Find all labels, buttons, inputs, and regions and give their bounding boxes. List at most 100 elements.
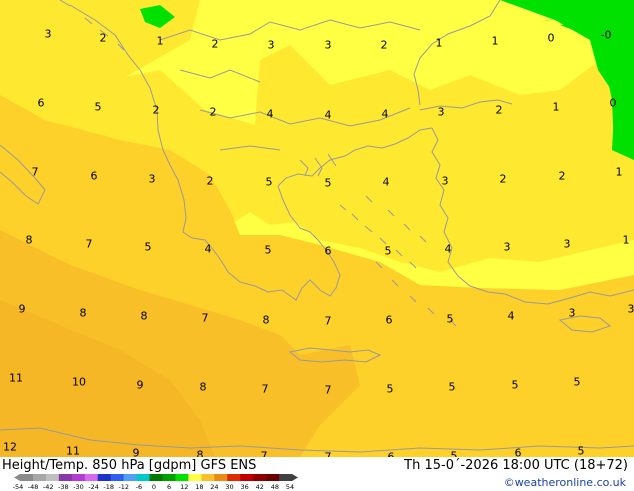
scale-swatch: [59, 474, 72, 481]
map-value-label: -0: [601, 30, 612, 41]
map-value-label: 4: [267, 109, 274, 120]
scale-swatch: [124, 474, 137, 481]
map-value-label: 6: [386, 315, 393, 326]
map-value-label: 1: [623, 235, 630, 246]
scale-arrow-left: [14, 474, 20, 481]
map-value-label: 11: [66, 446, 80, 457]
map-value-label: 5: [95, 102, 102, 113]
map-value-label: 7: [32, 167, 39, 178]
map-value-label: 5: [512, 380, 519, 391]
map-value-label: 5: [387, 384, 394, 395]
map-value-label: 4: [382, 109, 389, 120]
scale-swatch: [98, 474, 111, 481]
map-value-label: 8: [197, 450, 204, 458]
map-value-label: 0: [610, 98, 617, 109]
map-value-label: 8: [263, 315, 270, 326]
scale-swatch: [214, 474, 227, 481]
map-value-label: 5: [578, 446, 585, 457]
scale-swatch: [279, 474, 292, 481]
map-value-label: 11: [9, 373, 23, 384]
map-value-label: 3: [325, 40, 332, 51]
map-value-label: 2: [559, 171, 566, 182]
map-value-label: 5: [266, 177, 273, 188]
map-value-label: 10: [72, 377, 86, 388]
map-value-label: 4: [325, 110, 332, 121]
map-value-label: 4: [205, 244, 212, 255]
map-value-label: 5: [325, 178, 332, 189]
map-value-label: 5: [449, 382, 456, 393]
map-value-label: 7: [325, 316, 332, 327]
map-value-label: 4: [445, 244, 452, 255]
map-value-label: 8: [26, 235, 33, 246]
map-value-label: 6: [515, 448, 522, 458]
scale-swatch: [85, 474, 98, 481]
map-value-label: 3: [628, 304, 634, 315]
valid-time: Th 15-0´-2026 18:00 UTC (18+72): [404, 458, 628, 473]
scale-swatch: [150, 474, 163, 481]
map-value-label: 1: [616, 167, 623, 178]
map-value-label: 2: [207, 176, 214, 187]
map-value-label: 1: [553, 102, 560, 113]
scale-swatch: [227, 474, 240, 481]
color-scale-bar: [14, 472, 298, 483]
map-value-label: 6: [325, 246, 332, 257]
map-value-label: 9: [133, 448, 140, 458]
temperature-field: [0, 0, 634, 457]
map-value-label: 12: [3, 442, 17, 453]
map-value-label: 1: [436, 38, 443, 49]
map-value-label: 3: [149, 174, 156, 185]
map-value-label: 5: [574, 377, 581, 388]
map-value-label: 0: [548, 33, 555, 44]
map-value-label: 1: [157, 36, 164, 47]
map-value-label: 1: [492, 36, 499, 47]
scale-swatch: [20, 474, 33, 481]
map-value-label: 3: [504, 242, 511, 253]
map-value-label: 2: [496, 105, 503, 116]
map-value-label: 2: [212, 39, 219, 50]
map-value-label: 3: [438, 107, 445, 118]
map-value-label: 2: [210, 107, 217, 118]
footer-bar: Height/Temp. 850 hPa [gdpm] GFS ENS Th 1…: [0, 457, 634, 490]
scale-arrow-right: [292, 474, 298, 481]
scale-swatch: [266, 474, 279, 481]
map-value-label: 2: [100, 33, 107, 44]
scale-swatch: [137, 474, 150, 481]
map-value-label: 4: [508, 311, 515, 322]
map-value-label: 4: [383, 177, 390, 188]
map-value-label: 8: [200, 382, 207, 393]
map-value-label: 3: [564, 239, 571, 250]
scale-swatch: [46, 474, 59, 481]
map-value-label: 8: [141, 311, 148, 322]
map-value-label: 3: [45, 29, 52, 40]
map-value-label: 5: [265, 245, 272, 256]
map-value-label: 2: [500, 174, 507, 185]
scale-swatch: [253, 474, 266, 481]
map-value-label: 5: [385, 246, 392, 257]
map-value-label: 2: [381, 40, 388, 51]
map-value-label: 7: [325, 385, 332, 396]
map-value-label: 3: [442, 176, 449, 187]
scale-swatch: [175, 474, 188, 481]
map-title: Height/Temp. 850 hPa [gdpm] GFS ENS: [2, 458, 256, 473]
scale-swatch: [201, 474, 214, 481]
map-value-label: 3: [268, 40, 275, 51]
map-value-label: 7: [86, 239, 93, 250]
scale-swatch: [33, 474, 46, 481]
scale-swatch: [188, 474, 201, 481]
map-value-label: 6: [91, 171, 98, 182]
scale-swatch: [240, 474, 253, 481]
scale-swatch: [72, 474, 85, 481]
map-value-label: 7: [262, 384, 269, 395]
scale-swatch: [162, 474, 175, 481]
scale-swatch: [111, 474, 124, 481]
map-value-label: 5: [447, 314, 454, 325]
map-value-label: 9: [137, 380, 144, 391]
map-value-label: 2: [153, 105, 160, 116]
map-value-label: 3: [569, 308, 576, 319]
map-area: 3212332110-06522444321076325543221875456…: [0, 0, 634, 457]
credit-link[interactable]: ©weatheronline.co.uk: [504, 476, 626, 489]
map-value-label: 7: [202, 313, 209, 324]
map-value-label: 6: [38, 98, 45, 109]
map-value-label: 8: [80, 308, 87, 319]
map-value-label: 9: [19, 304, 26, 315]
